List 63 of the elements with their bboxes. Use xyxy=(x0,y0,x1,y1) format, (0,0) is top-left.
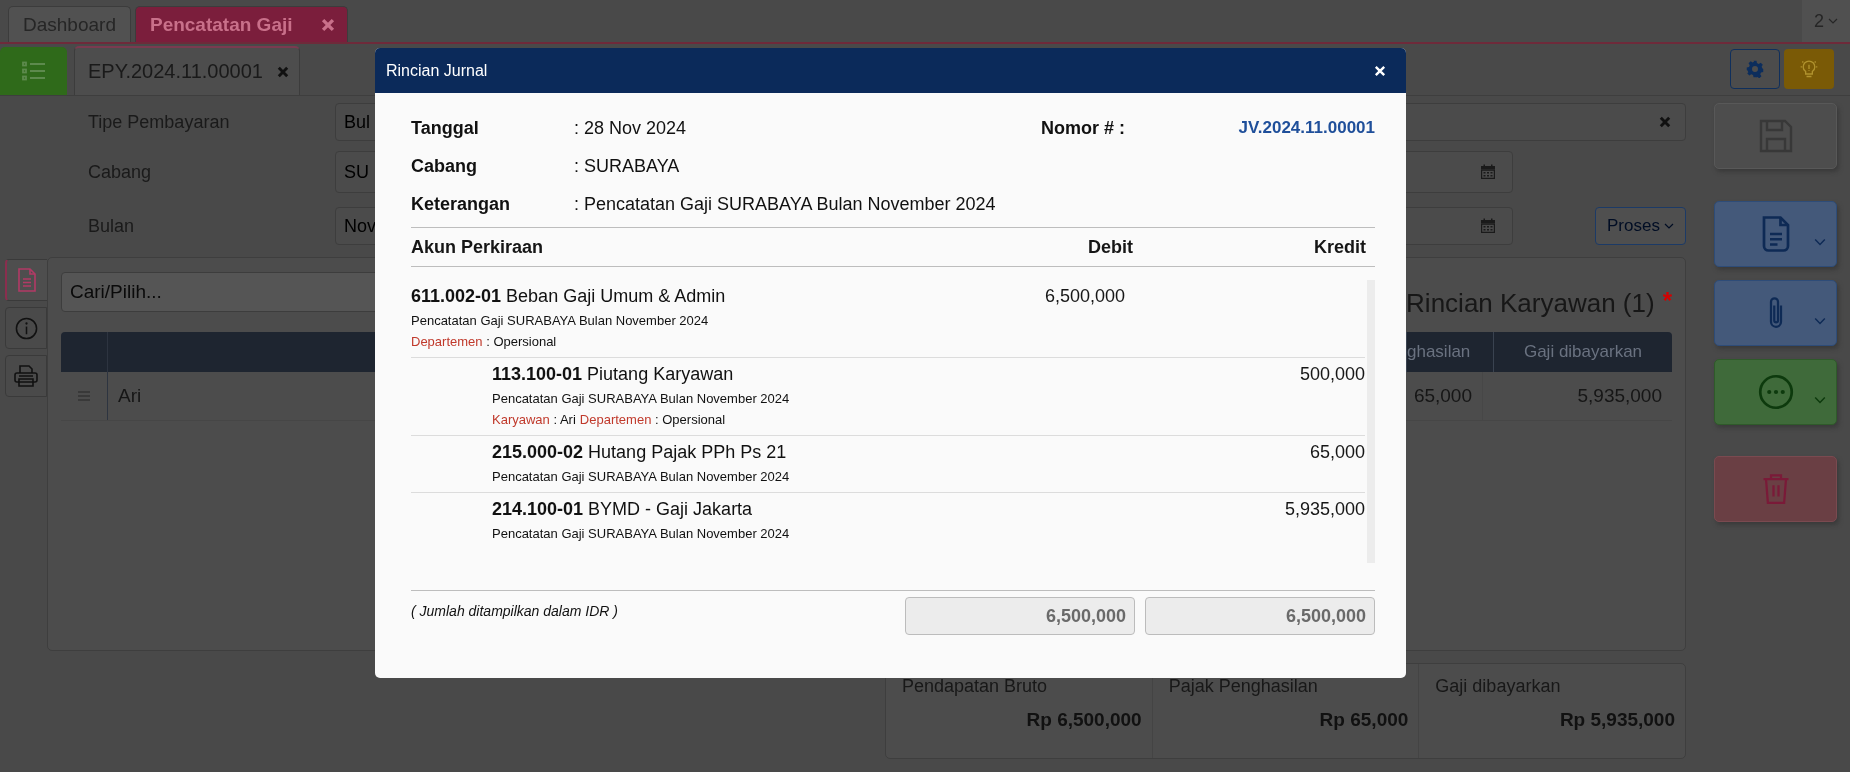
side-tab[interactable] xyxy=(5,307,47,349)
info-label: Cabang xyxy=(411,155,478,177)
caret-icon xyxy=(1828,18,1838,24)
calendar-icon[interactable] xyxy=(1480,164,1496,180)
debit-amount: 6,500,000 xyxy=(1044,286,1125,306)
credit-amount: 5,935,000 xyxy=(1284,499,1365,519)
account-name: 611.002-01 Beban Gaji Umum & Admin xyxy=(411,286,727,307)
caret-icon xyxy=(1814,238,1826,246)
entry-description: Pencatatan Gaji SURABAYA Bulan November 2024 xyxy=(492,469,791,484)
caret-icon xyxy=(1663,223,1674,229)
summary-value: Rp 6,500,000 xyxy=(1025,709,1142,731)
document-icon xyxy=(1760,216,1791,252)
column-header: Debit xyxy=(1087,236,1133,258)
currency-note: ( Jumlah ditampilkan dalam IDR ) xyxy=(411,603,618,619)
calendar-icon[interactable] xyxy=(1480,218,1496,234)
list-icon xyxy=(21,61,46,81)
credit-amount: 65,000 xyxy=(1309,442,1365,462)
side-tab[interactable] xyxy=(5,259,47,301)
process-button[interactable]: Proses xyxy=(1595,207,1686,245)
gear-icon xyxy=(1746,60,1764,78)
column-header: Kredit xyxy=(1313,236,1367,258)
settings-button[interactable] xyxy=(1730,49,1780,89)
summary-value: Rp 5,935,000 xyxy=(1558,709,1675,731)
side-tab[interactable] xyxy=(5,355,47,397)
lightbulb-icon xyxy=(1799,59,1819,79)
dialog-title: Rincian Jurnal xyxy=(386,61,488,80)
list-button[interactable] xyxy=(0,47,67,95)
document-icon xyxy=(17,268,37,292)
entry-description: Pencatatan Gaji SURABAYA Bulan November 2024 xyxy=(411,313,710,328)
required-mark: * xyxy=(1662,287,1672,315)
attach-button[interactable] xyxy=(1714,280,1837,346)
entry-details: Departemen : Opersional xyxy=(411,334,558,349)
entry-details: Karyawan : Ari Departemen : Opersional xyxy=(492,412,727,427)
entry-description: Pencatatan Gaji SURABAYA Bulan November 2024 xyxy=(492,526,791,541)
account-name: 214.100-01 BYMD - Gaji Jakarta xyxy=(492,499,754,520)
info-value: : 28 Nov 2024 xyxy=(574,117,687,139)
info-value: : Pencatatan Gaji SURABAYA Bulan November 2024 xyxy=(574,193,996,215)
clear-icon[interactable] xyxy=(1659,116,1671,128)
info-label: Nomor # : xyxy=(1041,117,1125,139)
info-label: Keterangan xyxy=(411,193,512,215)
document-button[interactable] xyxy=(1714,201,1837,267)
total-field: 6,500,000 xyxy=(905,597,1135,635)
tips-button[interactable] xyxy=(1784,49,1834,89)
journal-number[interactable]: JV.2024.11.00001 xyxy=(1125,118,1375,138)
printer-icon xyxy=(14,365,38,387)
more-button[interactable] xyxy=(1714,359,1837,425)
caret-icon xyxy=(1814,317,1826,325)
account-name: 113.100-01 Piutang Karyawan xyxy=(492,364,735,385)
column-header: Gaji dibayarkan xyxy=(1493,332,1672,372)
more-icon xyxy=(1757,374,1794,410)
caret-icon xyxy=(1814,396,1826,404)
credit-amount: 500,000 xyxy=(1299,364,1365,384)
entry-description: Pencatatan Gaji SURABAYA Bulan November 2024 xyxy=(492,391,791,406)
info-label: Tanggal xyxy=(411,117,480,139)
column-header: Akun Perkiraan xyxy=(411,236,545,258)
summary-value: Rp 65,000 xyxy=(1318,709,1409,731)
delete-button[interactable] xyxy=(1714,456,1837,522)
info-value: : SURABAYA xyxy=(574,155,680,177)
info-icon xyxy=(14,316,38,340)
total-field: 6,500,000 xyxy=(1145,597,1375,635)
account-name: 215.000-02 Hutang Pajak PPh Ps 21 xyxy=(492,442,788,463)
save-button[interactable] xyxy=(1714,103,1837,169)
page-tab[interactable]: Pencatatan Gaji xyxy=(134,6,348,42)
